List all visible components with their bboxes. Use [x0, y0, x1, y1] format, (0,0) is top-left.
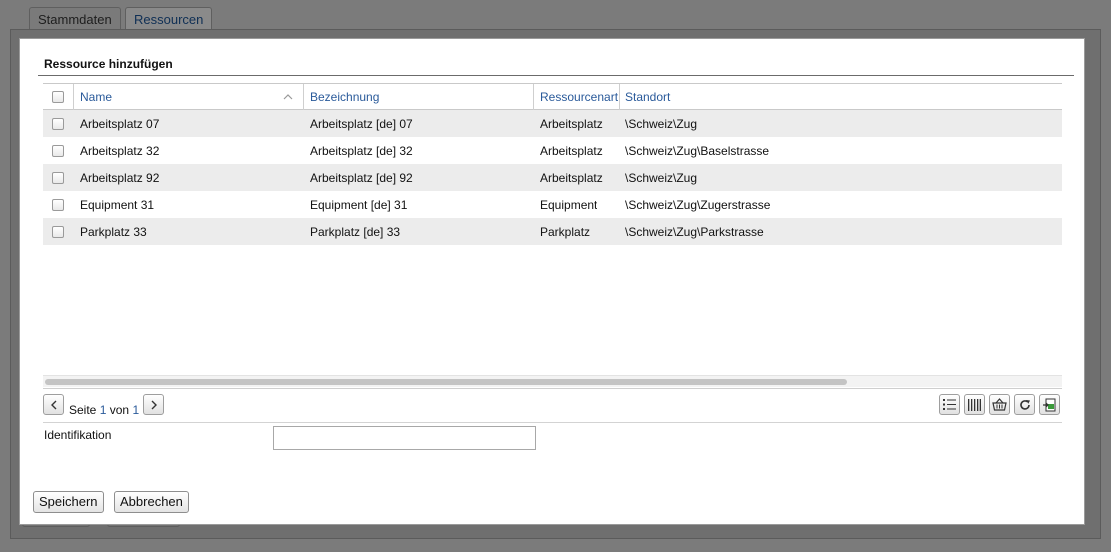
cell-bezeichnung: Arbeitsplatz [de] 07: [310, 117, 413, 131]
of-label: von: [109, 403, 130, 417]
title-divider: [38, 75, 1074, 76]
basket-icon: [992, 398, 1007, 411]
cell-bezeichnung: Parkplatz [de] 33: [310, 225, 401, 239]
refresh-button[interactable]: [1014, 394, 1035, 415]
export-button[interactable]: [1039, 394, 1060, 415]
table-row[interactable]: Arbeitsplatz 07 Arbeitsplatz [de] 07 Arb…: [43, 110, 1062, 137]
cell-bezeichnung: Arbeitsplatz [de] 32: [310, 144, 413, 158]
export-icon: [1043, 398, 1056, 411]
cell-ressourcenart: Arbeitsplatz: [540, 171, 603, 185]
chevron-right-icon: [151, 400, 157, 409]
cell-standort: \Schweiz\Zug: [625, 171, 698, 185]
dialog-title: Ressource hinzufügen: [44, 57, 173, 71]
header-name[interactable]: Name: [80, 90, 270, 104]
form-divider: [43, 422, 1062, 423]
chevron-left-icon: [50, 400, 56, 409]
cell-standort: \Schweiz\Zug: [625, 117, 698, 131]
pager-divider: [43, 388, 1062, 389]
basket-button[interactable]: [989, 394, 1010, 415]
identifikation-input[interactable]: [273, 426, 536, 450]
add-resource-dialog: Ressource hinzufügen Name Bezeichnung Re…: [19, 38, 1085, 525]
list-icon: [943, 399, 956, 410]
tab-bar: Stammdaten Ressourcen: [0, 0, 1111, 30]
table-row[interactable]: Arbeitsplatz 92 Arbeitsplatz [de] 92 Arb…: [43, 164, 1062, 191]
next-page-button[interactable]: [143, 394, 164, 415]
header-standort[interactable]: Standort: [625, 90, 825, 104]
row-checkbox[interactable]: [52, 226, 64, 238]
tab-ressourcen[interactable]: Ressourcen: [125, 7, 213, 30]
cell-ressourcenart: Equipment: [540, 198, 598, 212]
grid-header: Name Bezeichnung Ressourcenart Standort: [43, 83, 1062, 110]
cell-bezeichnung: Equipment [de] 31: [310, 198, 408, 212]
cell-name: Equipment 31: [80, 198, 155, 212]
header-bezeichnung[interactable]: Bezeichnung: [310, 90, 530, 104]
previous-page-button[interactable]: [43, 394, 64, 415]
columns-button[interactable]: [964, 394, 985, 415]
column-divider[interactable]: [533, 84, 534, 110]
column-divider: [73, 84, 74, 110]
cell-standort: \Schweiz\Zug\Zugerstrasse: [625, 198, 771, 212]
identifikation-label: Identifikation: [44, 428, 112, 442]
cell-name: Arbeitsplatz 92: [80, 171, 160, 185]
save-button[interactable]: Speichern: [33, 491, 104, 513]
page-label: Seite: [69, 403, 97, 417]
cancel-button[interactable]: Abbrechen: [114, 491, 189, 513]
select-all-checkbox[interactable]: [52, 91, 64, 103]
cell-bezeichnung: Arbeitsplatz [de] 92: [310, 171, 413, 185]
total-pages: 1: [132, 403, 140, 417]
column-divider[interactable]: [303, 84, 304, 110]
list-view-button[interactable]: [939, 394, 960, 415]
refresh-icon: [1019, 399, 1030, 410]
cell-name: Parkplatz 33: [80, 225, 147, 239]
row-checkbox[interactable]: [52, 199, 64, 211]
column-divider[interactable]: [619, 84, 620, 110]
cell-name: Arbeitsplatz 07: [80, 117, 160, 131]
cell-ressourcenart: Arbeitsplatz: [540, 117, 603, 131]
table-row[interactable]: Arbeitsplatz 32 Arbeitsplatz [de] 32 Arb…: [43, 137, 1062, 164]
cell-name: Arbeitsplatz 32: [80, 144, 160, 158]
row-checkbox[interactable]: [52, 145, 64, 157]
resource-grid: Name Bezeichnung Ressourcenart Standort …: [43, 83, 1062, 383]
cell-ressourcenart: Parkplatz: [540, 225, 591, 239]
page-indicator: Seite 1 von 1: [69, 403, 139, 417]
cell-ressourcenart: Arbeitsplatz: [540, 144, 603, 158]
columns-icon: [968, 398, 981, 411]
cell-standort: \Schweiz\Zug\Parkstrasse: [625, 225, 764, 239]
cell-standort: \Schweiz\Zug\Baselstrasse: [625, 144, 770, 158]
header-ressourcenart[interactable]: Ressourcenart: [540, 90, 618, 104]
table-row[interactable]: Equipment 31 Equipment [de] 31 Equipment…: [43, 191, 1062, 218]
scrollbar-thumb[interactable]: [45, 379, 847, 385]
row-checkbox[interactable]: [52, 172, 64, 184]
sort-ascending-icon[interactable]: [283, 93, 293, 101]
tab-stammdaten[interactable]: Stammdaten: [29, 7, 121, 30]
table-row[interactable]: Parkplatz 33 Parkplatz [de] 33 Parkplatz…: [43, 218, 1062, 245]
current-page: 1: [99, 403, 107, 417]
row-checkbox[interactable]: [52, 118, 64, 130]
horizontal-scrollbar[interactable]: [43, 375, 1062, 387]
